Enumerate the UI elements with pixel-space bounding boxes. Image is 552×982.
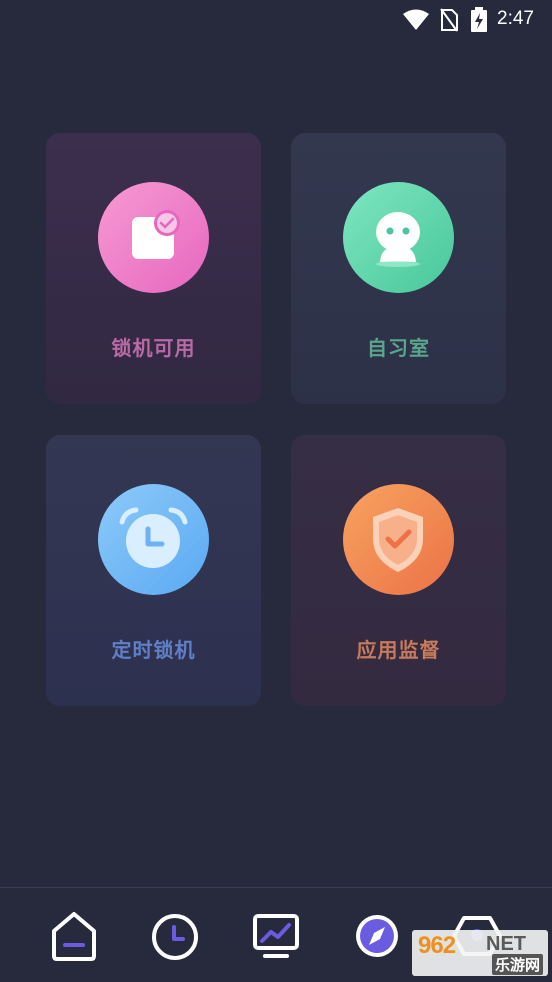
- watermark-logo: 962 NET 乐游网: [412, 930, 548, 976]
- icon-circle: [98, 182, 209, 293]
- card-study-room[interactable]: 自习室: [291, 133, 506, 404]
- home-icon[interactable]: [49, 910, 99, 962]
- icon-circle: [343, 484, 454, 595]
- no-sim-icon: [440, 8, 458, 32]
- clock-icon[interactable]: [150, 910, 200, 962]
- watermark-logo-text: 962: [418, 932, 456, 959]
- shield-check-icon: [373, 508, 423, 572]
- wifi-icon: [403, 9, 429, 30]
- phone-check-icon: [132, 210, 180, 259]
- stats-icon[interactable]: [251, 910, 301, 962]
- card-lock-available[interactable]: 锁机可用: [46, 133, 261, 404]
- compass-icon[interactable]: [352, 910, 402, 962]
- watermark-cn-text: 乐游网: [492, 954, 544, 975]
- card-label: 锁机可用: [111, 336, 196, 360]
- battery-charging-icon: [471, 7, 487, 32]
- card-label: 定时锁机: [111, 638, 196, 662]
- icon-circle: [98, 484, 209, 595]
- card-app-supervision[interactable]: 应用监督: [291, 435, 506, 706]
- card-label: 应用监督: [356, 638, 441, 662]
- alarm-clock-icon: [119, 507, 188, 568]
- icon-circle: [343, 182, 454, 293]
- card-timed-lock[interactable]: 定时锁机: [46, 435, 261, 706]
- person-icon: [376, 212, 420, 267]
- status-bar: 2:47: [0, 0, 552, 40]
- status-time: 2:47: [497, 8, 534, 29]
- watermark-net-text: NET: [486, 933, 526, 955]
- card-label: 自习室: [367, 336, 430, 360]
